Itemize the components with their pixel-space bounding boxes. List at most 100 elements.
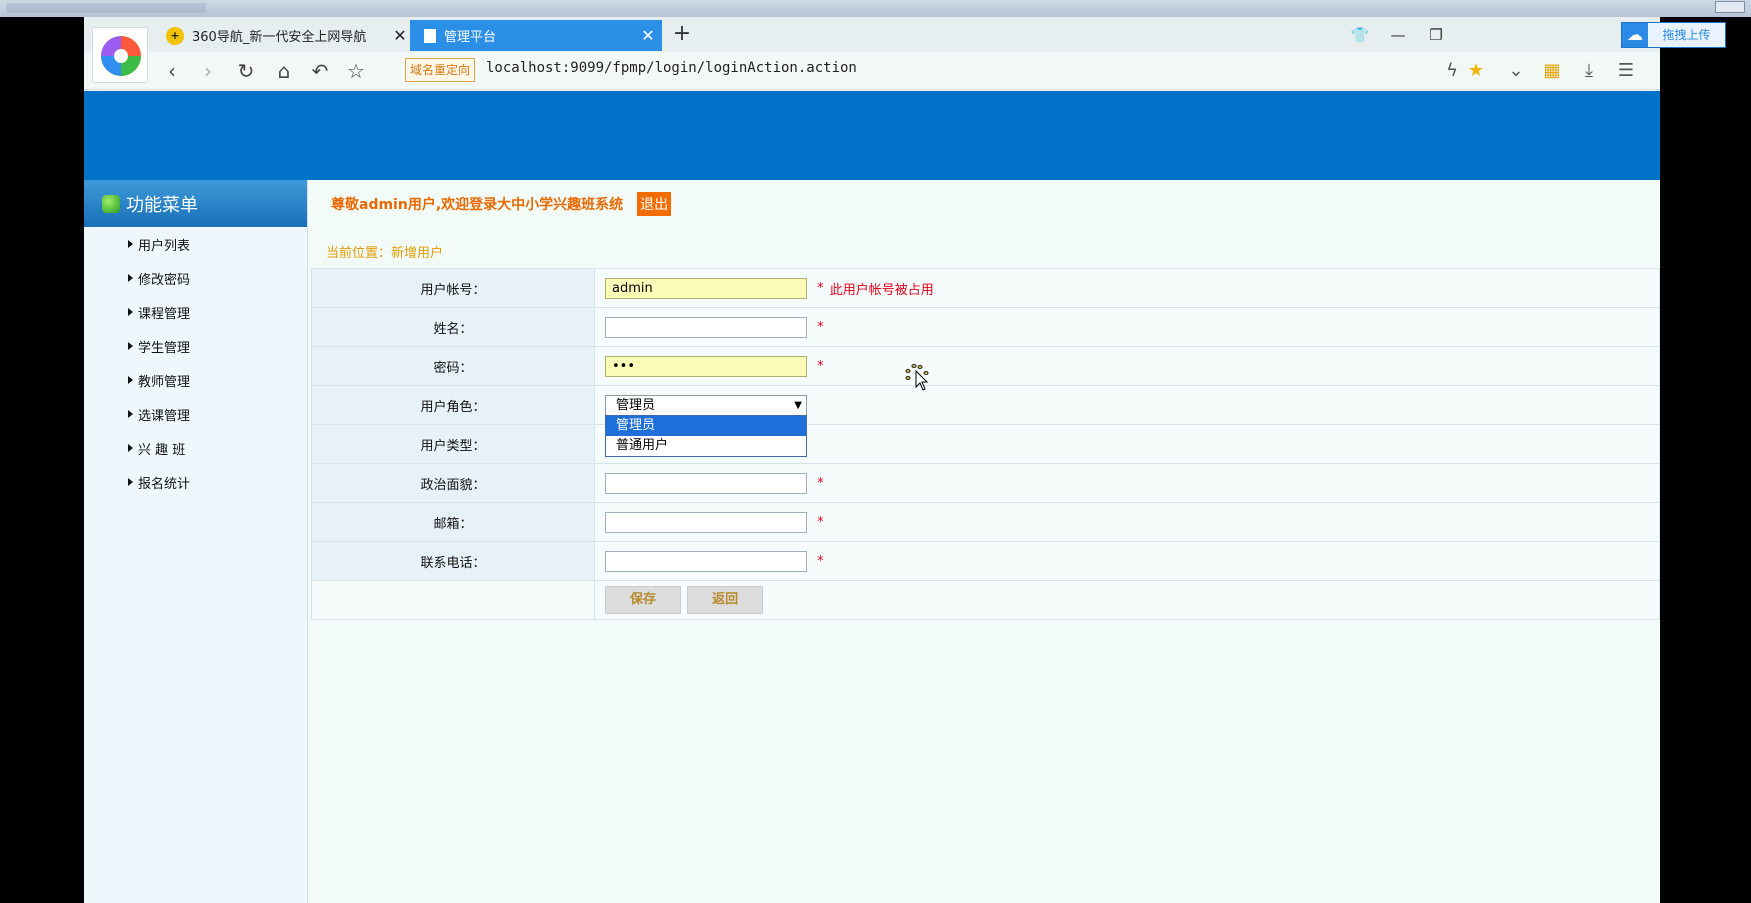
name-label: 姓名： <box>311 307 595 347</box>
name-cell: * <box>594 307 1660 347</box>
sidebar-item-label: 学生管理 <box>138 340 191 356</box>
role-option-normal-user[interactable]: 普通用户 <box>606 436 806 456</box>
browser-logo-icon[interactable] <box>92 27 148 83</box>
password-cell: ••• * <box>594 346 1660 386</box>
address-bar[interactable]: localhost:9099/fpmp/login/loginAction.ac… <box>486 60 857 76</box>
tab-title: 管理平台 <box>444 30 497 45</box>
phone-cell: * <box>594 541 1660 581</box>
browser-window: + 360导航_新一代安全上网导航 ✕ 管理平台 ✕ + 👕 — ❐ ☁ 拖拽上… <box>84 17 1726 903</box>
required-mark: * <box>817 358 824 374</box>
triangle-right-icon <box>128 478 133 486</box>
skin-icon[interactable]: 👕 <box>1344 23 1376 47</box>
sidebar-item-course-selection[interactable]: 选课管理 <box>84 397 307 431</box>
role-label: 用户角色： <box>311 385 595 425</box>
navigation-bar: ‹ › ↻ ⌂ ↶ ☆ 域名重定向 localhost:9099/fpmp/lo… <box>84 52 1660 90</box>
actions-cell: 保存 返回 <box>594 580 1660 620</box>
favorite-star-icon[interactable]: ★ <box>1461 57 1491 85</box>
back-button[interactable]: 返回 <box>687 586 764 614</box>
domain-redirect-badge[interactable]: 域名重定向 <box>405 58 476 82</box>
password-input[interactable]: ••• <box>605 355 807 377</box>
triangle-right-icon <box>128 240 133 248</box>
os-ghost-button <box>1715 1 1745 13</box>
bookmark-star-icon[interactable]: ☆ <box>340 57 372 85</box>
role-cell: 管理员 ▼ 管理员 普通用户 <box>594 385 1660 457</box>
form-row-actions: 保存 返回 <box>311 580 1660 620</box>
reload-icon[interactable]: ↻ <box>230 57 262 85</box>
save-button[interactable]: 保存 <box>605 586 681 614</box>
breadcrumb: 当前位置：新增用户 <box>326 246 444 261</box>
header-banner <box>84 91 1660 180</box>
web-page: 功能菜单 用户列表 修改密码 课程管理 学生管理 教师管理 选课管理 兴 趣 班… <box>84 91 1660 903</box>
phone-input[interactable] <box>605 550 807 572</box>
role-selected-value: 管理员 <box>616 397 656 413</box>
upload-label: 拖拽上传 <box>1648 23 1725 47</box>
sidebar-item-label: 修改密码 <box>138 272 191 288</box>
sidebar-item-courses[interactable]: 课程管理 <box>84 295 307 329</box>
download-icon[interactable]: ⤓ <box>1574 57 1604 85</box>
required-mark: * <box>817 553 824 569</box>
screen: + 360导航_新一代安全上网导航 ✕ 管理平台 ✕ + 👕 — ❐ ☁ 拖拽上… <box>0 0 1751 903</box>
welcome-bar: 尊敬admin用户,欢迎登录大中小学兴趣班系统 退出 <box>331 192 672 216</box>
required-mark: * <box>817 475 824 491</box>
restore-icon[interactable]: ❐ <box>1420 23 1452 47</box>
required-mark: * <box>817 280 824 296</box>
form-row-account: 用户帐号： admin * 此用户帐号被占用 <box>311 268 1660 308</box>
sidebar-header: 功能菜单 <box>84 180 307 227</box>
sidebar-item-label: 兴 趣 班 <box>138 442 186 458</box>
dropdown-arrow-icon: ▼ <box>794 399 802 411</box>
triangle-right-icon <box>128 342 133 350</box>
role-select[interactable]: 管理员 ▼ <box>605 394 807 416</box>
account-label: 用户帐号： <box>311 268 595 308</box>
email-label: 邮箱： <box>311 502 595 542</box>
role-dropdown-list: 管理员 普通用户 <box>605 415 807 457</box>
sidebar-item-label: 选课管理 <box>138 408 191 424</box>
form-row-name: 姓名： * <box>311 307 1660 347</box>
sidebar: 功能菜单 用户列表 修改密码 课程管理 学生管理 教师管理 选课管理 兴 趣 班… <box>84 180 308 903</box>
sidebar-item-user-list[interactable]: 用户列表 <box>84 227 307 261</box>
logout-button[interactable]: 退出 <box>637 192 672 216</box>
account-input[interactable]: admin <box>605 277 807 299</box>
tab-admin-platform[interactable]: 管理平台 ✕ <box>410 20 662 51</box>
form-row-politics: 政治面貌： * <box>311 463 1660 503</box>
name-input[interactable] <box>605 316 807 338</box>
360-favicon-icon: + <box>166 26 184 45</box>
page-favicon-icon <box>424 28 436 43</box>
minimize-icon[interactable]: — <box>1382 23 1414 47</box>
form-row-password: 密码： ••• * <box>311 346 1660 386</box>
tab-close-icon[interactable]: ✕ <box>634 26 662 45</box>
triangle-right-icon <box>128 376 133 384</box>
sidebar-item-change-password[interactable]: 修改密码 <box>84 261 307 295</box>
sidebar-item-interest-class[interactable]: 兴 趣 班 <box>84 431 307 465</box>
chevron-down-icon[interactable]: ⌄ <box>1501 57 1531 85</box>
politics-input[interactable] <box>605 472 807 494</box>
politics-cell: * <box>594 463 1660 503</box>
menu-icon[interactable]: ☰ <box>1611 57 1641 85</box>
role-option-admin[interactable]: 管理员 <box>606 416 806 436</box>
os-ghost-tab <box>6 3 206 13</box>
required-mark: * <box>817 514 824 530</box>
phone-label: 联系电话： <box>311 541 595 581</box>
sidebar-item-enrollment-stats[interactable]: 报名统计 <box>84 465 307 499</box>
apps-grid-icon[interactable]: ▦ <box>1537 57 1567 85</box>
password-label: 密码： <box>311 346 595 386</box>
home-icon[interactable]: ⌂ <box>268 57 300 85</box>
account-taken-warning: 此用户帐号被占用 <box>829 282 934 298</box>
sidebar-item-students[interactable]: 学生管理 <box>84 329 307 363</box>
drag-upload-button[interactable]: ☁ 拖拽上传 <box>1621 22 1726 48</box>
undo-icon[interactable]: ↶ <box>304 57 336 85</box>
sidebar-item-teachers[interactable]: 教师管理 <box>84 363 307 397</box>
form-row-type: 用户类型： <box>311 424 1660 464</box>
email-input[interactable] <box>605 511 807 533</box>
triangle-right-icon <box>128 274 133 282</box>
back-icon[interactable]: ‹ <box>156 57 188 85</box>
forward-icon[interactable]: › <box>192 57 224 85</box>
loading-cursor-icon <box>905 363 929 391</box>
add-user-form: 用户帐号： admin * 此用户帐号被占用 姓名： * 密码： ••• * 用… <box>311 268 1660 620</box>
triangle-right-icon <box>128 410 133 418</box>
cloud-icon: ☁ <box>1627 25 1643 44</box>
cube-icon <box>102 194 120 213</box>
politics-label: 政治面貌： <box>311 463 595 503</box>
tab-title: 360导航_新一代安全上网导航 <box>192 30 367 45</box>
new-tab-button[interactable]: + <box>668 21 696 49</box>
type-label: 用户类型： <box>311 424 595 464</box>
